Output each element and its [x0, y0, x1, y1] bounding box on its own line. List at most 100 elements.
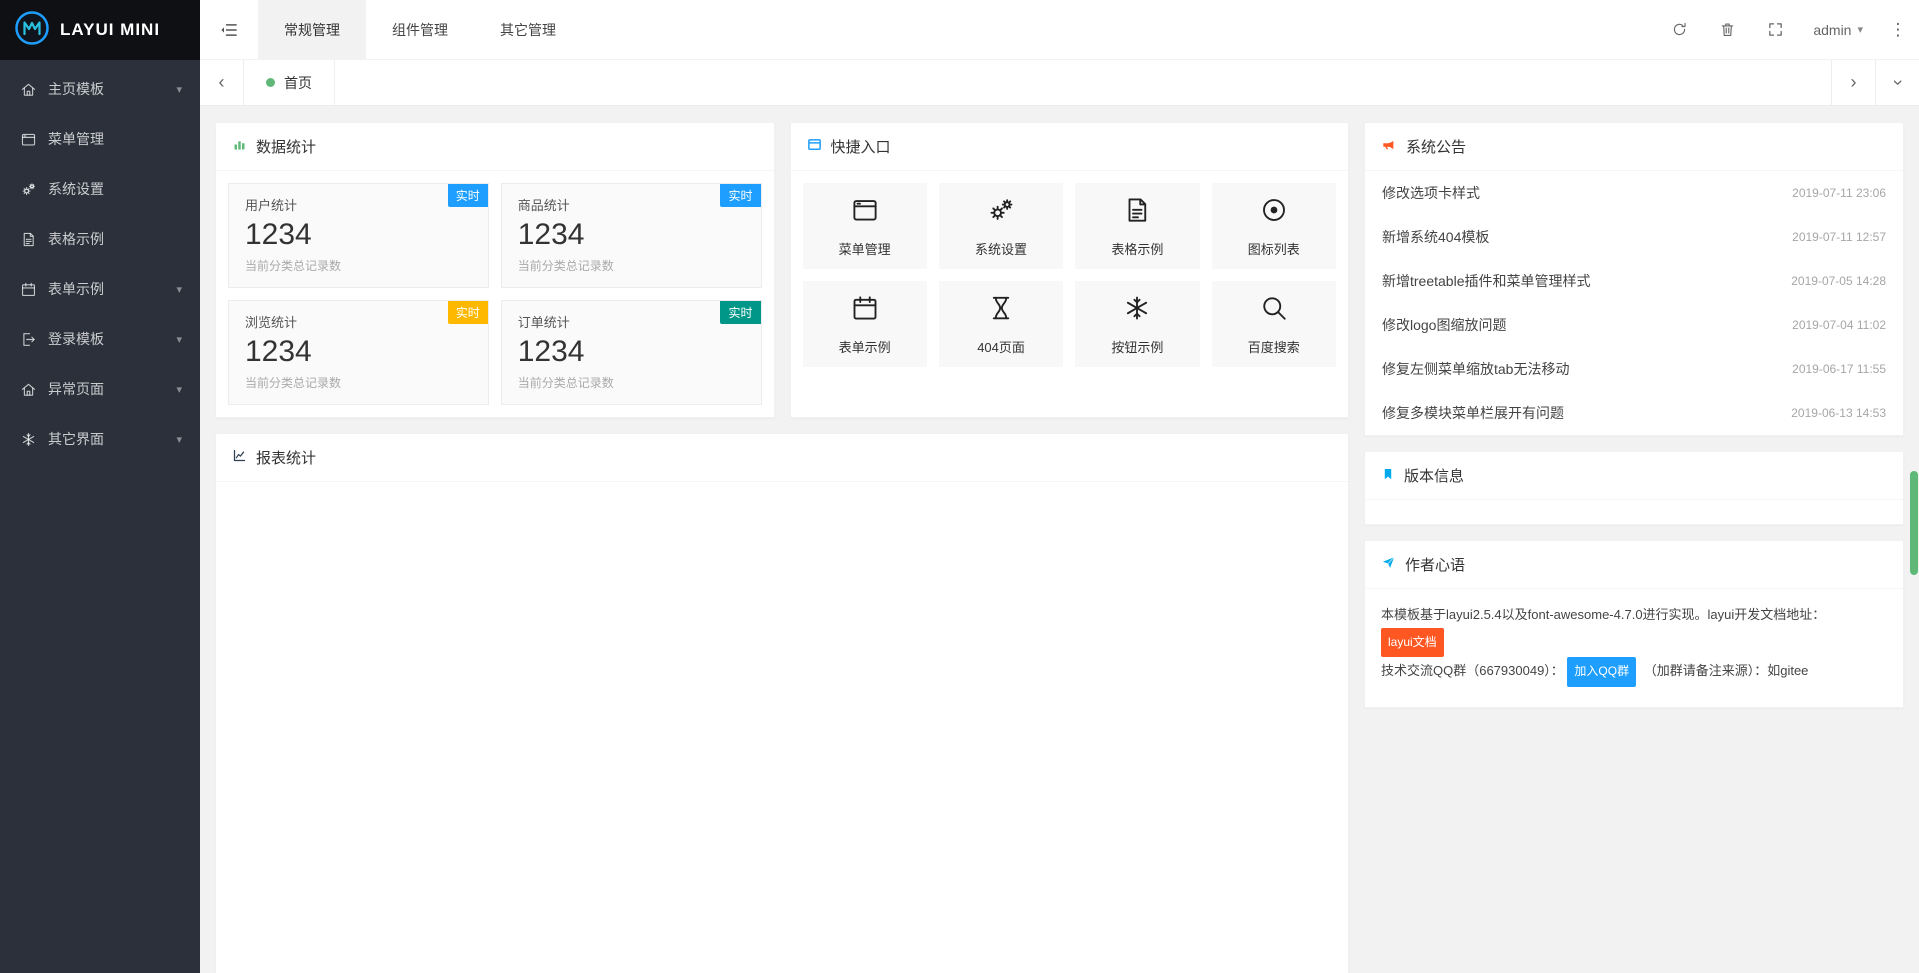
qq-group-badge[interactable]: 加入QQ群: [1567, 657, 1636, 686]
stat-value: 1234: [518, 335, 745, 369]
logo[interactable]: LAYUI MINI: [0, 0, 200, 60]
chevron-down-icon: ▾: [176, 283, 182, 296]
stat-subtitle: 当前分类总记录数: [245, 257, 472, 274]
quick-entry-hourglass[interactable]: 404页面: [939, 281, 1063, 367]
sidebar-item-label: 菜单管理: [48, 129, 182, 149]
stat-value: 1234: [518, 218, 745, 252]
stat-card: 商品统计1234当前分类总记录数实时: [501, 183, 762, 288]
layui-doc-badge[interactable]: layui文档: [1381, 628, 1444, 657]
collapse-menu-button[interactable]: [200, 0, 258, 59]
panel-title: 报表统计: [256, 447, 316, 468]
calendar-icon: [20, 281, 48, 298]
announcement-row: 修改logo图缩放问题2019-07-04 11:02: [1365, 303, 1903, 347]
window-icon: [850, 195, 880, 230]
report-panel: 报表统计: [215, 433, 1349, 973]
tab-scroll-right-button[interactable]: ›: [1831, 60, 1875, 105]
author-panel-header: 作者心语: [1365, 541, 1903, 589]
panel-title: 数据统计: [256, 136, 316, 157]
scrollbar-track[interactable]: [1909, 0, 1919, 973]
quick-entry-calendar[interactable]: 表单示例: [803, 281, 927, 367]
stats-panel: 数据统计 用户统计1234当前分类总记录数实时商品统计1234当前分类总记录数实…: [215, 122, 775, 418]
file-icon: [20, 231, 48, 248]
quick-entry-panel: 快捷入口 菜单管理系统设置 表格示例图标列表表单示例 404页面按钮示例 百度搜索: [790, 122, 1350, 418]
module-tab-0[interactable]: 常规管理: [258, 0, 366, 59]
stat-value: 1234: [245, 335, 472, 369]
sidebar-item-label: 异常页面: [48, 379, 176, 399]
quick-entry-file[interactable]: 表格示例: [1075, 183, 1199, 269]
scrollbar-thumb[interactable]: [1910, 471, 1918, 575]
stat-card: 订单统计1234当前分类总记录数实时: [501, 300, 762, 405]
chevron-down-icon: ▾: [176, 383, 182, 396]
announcement-row: 修复左侧菜单缩放tab无法移动2019-06-17 11:55: [1365, 347, 1903, 391]
module-tab-1[interactable]: 组件管理: [366, 0, 474, 59]
home-icon: [20, 81, 48, 98]
clear-cache-button[interactable]: [1703, 0, 1751, 59]
window-icon: [807, 137, 822, 156]
version-table-wrap: [1365, 500, 1903, 524]
tab-home[interactable]: 首页: [244, 60, 335, 105]
module-tab-2[interactable]: 其它管理: [474, 0, 582, 59]
target-icon: [1259, 195, 1289, 230]
login-icon: [20, 331, 48, 348]
quick-entry-label: 百度搜索: [1248, 337, 1300, 356]
line-chart-icon: [232, 448, 247, 467]
fullscreen-button[interactable]: [1751, 0, 1799, 59]
stat-value: 1234: [245, 218, 472, 252]
stat-title: 用户统计: [245, 195, 472, 214]
panel-title: 版本信息: [1404, 465, 1464, 486]
quick-entry-snowflake[interactable]: 按钮示例: [1075, 281, 1199, 367]
realtime-badge: 实时: [448, 301, 488, 324]
chevron-down-icon: ▾: [176, 333, 182, 346]
sidebar-item-table[interactable]: 表格示例: [0, 214, 200, 264]
announcement-text: 新增系统404模板: [1382, 227, 1489, 247]
gears-icon: [20, 181, 48, 198]
author-panel: 作者心语 本模板基于layui2.5.4以及font-awesome-4.7.0…: [1364, 540, 1904, 708]
realtime-badge: 实时: [720, 184, 760, 207]
announcement-text: 修改选项卡样式: [1382, 183, 1480, 203]
sidebar-item-label: 其它界面: [48, 429, 176, 449]
announcement-date: 2019-07-11 12:57: [1792, 230, 1886, 244]
caret-down-icon: ▾: [1857, 23, 1863, 36]
sidebar-item-settings[interactable]: 系统设置: [0, 164, 200, 214]
sidebar-item-error[interactable]: 异常页面▾: [0, 364, 200, 414]
quick-entry-window[interactable]: 菜单管理: [803, 183, 927, 269]
quick-entry-panel-header: 快捷入口: [791, 123, 1349, 171]
quick-entry-grid: 菜单管理系统设置 表格示例图标列表表单示例 404页面按钮示例 百度搜索: [791, 171, 1349, 379]
gears-icon: [986, 195, 1016, 230]
chevron-down-icon: ▾: [176, 83, 182, 96]
stat-card: 浏览统计1234当前分类总记录数实时: [228, 300, 489, 405]
announcement-text: 修复左侧菜单缩放tab无法移动: [1382, 359, 1569, 379]
announcement-list: 修改选项卡样式2019-07-11 23:06新增系统404模板2019-07-…: [1365, 171, 1903, 435]
version-panel-header: 版本信息: [1365, 452, 1903, 500]
report-panel-header: 报表统计: [216, 434, 1348, 482]
sidebar-item-login[interactable]: 登录模板▾: [0, 314, 200, 364]
quick-entry-label: 表单示例: [839, 337, 891, 356]
version-panel: 版本信息: [1364, 451, 1904, 525]
sidebar: LAYUI MINI 主页模板▾菜单管理系统设置表格示例表单示例▾登录模板▾异常…: [0, 0, 200, 973]
announcement-row: 修复多模块菜单栏展开有问题2019-06-13 14:53: [1365, 391, 1903, 435]
sidebar-item-other[interactable]: 其它界面▾: [0, 414, 200, 464]
refresh-button[interactable]: [1655, 0, 1703, 59]
announcement-text: 新增treetable插件和菜单管理样式: [1382, 271, 1590, 291]
hourglass-icon: [986, 293, 1016, 328]
quick-entry-label: 按钮示例: [1111, 337, 1163, 356]
notice-panel: 系统公告 修改选项卡样式2019-07-11 23:06新增系统404模板201…: [1364, 122, 1904, 436]
file-icon: [1122, 195, 1152, 230]
quick-entry-gears[interactable]: 系统设置: [939, 183, 1063, 269]
sidebar-item-label: 表格示例: [48, 229, 182, 249]
announcement-text: 修复多模块菜单栏展开有问题: [1382, 403, 1564, 423]
quick-entry-search[interactable]: 百度搜索: [1212, 281, 1336, 367]
sidebar-item-menu[interactable]: 菜单管理: [0, 114, 200, 164]
report-panel-body: [216, 482, 1348, 973]
stats-panel-header: 数据统计: [216, 123, 774, 171]
stat-title: 商品统计: [518, 195, 745, 214]
tab-scroll-left-button[interactable]: ‹: [200, 60, 244, 105]
sidebar-item-home[interactable]: 主页模板▾: [0, 64, 200, 114]
quick-entry-label: 系统设置: [975, 239, 1027, 258]
sidebar-item-label: 登录模板: [48, 329, 176, 349]
tab-active-dot: [266, 78, 275, 87]
sidebar-item-form[interactable]: 表单示例▾: [0, 264, 200, 314]
quick-entry-target[interactable]: 图标列表: [1212, 183, 1336, 269]
user-menu[interactable]: admin ▾: [1799, 0, 1877, 59]
stat-grid: 用户统计1234当前分类总记录数实时商品统计1234当前分类总记录数实时浏览统计…: [216, 171, 774, 417]
